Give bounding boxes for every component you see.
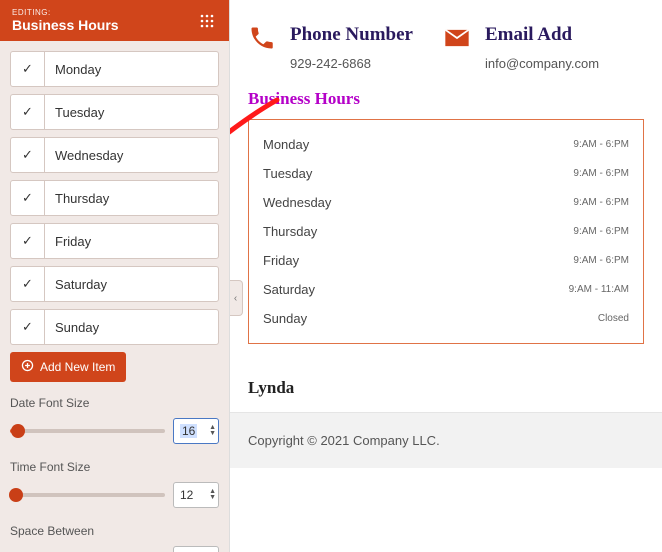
hours-row: Saturday9:AM - 11:AM <box>263 275 629 304</box>
email-block: Email Add info@company.com <box>443 24 599 71</box>
day-item[interactable]: ✓Sunday <box>10 309 219 345</box>
panel-header: EDITING: Business Hours <box>0 0 229 41</box>
date-font-input[interactable]: 16▲▼ <box>173 418 219 444</box>
phone-value: 929-242-6868 <box>290 56 413 71</box>
add-label: Add New Item <box>40 360 115 374</box>
phone-title: Phone Number <box>290 24 413 46</box>
check-icon: ✓ <box>11 138 45 172</box>
editing-label: EDITING: <box>12 8 119 17</box>
add-new-item-button[interactable]: Add New Item <box>10 352 126 382</box>
collapse-sidebar-button[interactable]: ‹ <box>230 280 243 316</box>
time-font-input[interactable]: 12▲▼ <box>173 482 219 508</box>
day-label: Thursday <box>45 181 218 215</box>
day-item[interactable]: ✓Thursday <box>10 180 219 216</box>
day-label: Saturday <box>45 267 218 301</box>
day-item[interactable]: ✓Tuesday <box>10 94 219 130</box>
field-label: Space Between <box>10 524 219 538</box>
day-label: Wednesday <box>45 138 218 172</box>
field-label: Date Font Size <box>10 396 219 410</box>
hours-row: Wednesday9:AM - 6:PM <box>263 188 629 217</box>
field-label: Time Font Size <box>10 460 219 474</box>
phone-block: Phone Number 929-242-6868 <box>248 24 413 71</box>
day-item[interactable]: ✓Saturday <box>10 266 219 302</box>
footer-copyright: Copyright © 2021 Company LLC. <box>230 412 662 468</box>
day-item[interactable]: ✓Wednesday <box>10 137 219 173</box>
check-icon: ✓ <box>11 95 45 129</box>
hours-row: Friday9:AM - 6:PM <box>263 246 629 275</box>
day-label: Tuesday <box>45 95 218 129</box>
hours-row: Thursday9:AM - 6:PM <box>263 217 629 246</box>
day-label: Sunday <box>45 310 218 344</box>
hours-row: Tuesday9:AM - 6:PM <box>263 159 629 188</box>
business-hours-section: Business Hours Monday9:AM - 6:PM Tuesday… <box>230 89 662 344</box>
day-item[interactable]: ✓Monday <box>10 51 219 87</box>
check-icon: ✓ <box>11 52 45 86</box>
day-list: ✓Monday ✓Tuesday ✓Wednesday ✓Thursday ✓F… <box>10 51 219 345</box>
business-hours-box: Monday9:AM - 6:PM Tuesday9:AM - 6:PM Wed… <box>248 119 644 344</box>
check-icon: ✓ <box>11 267 45 301</box>
check-icon: ✓ <box>11 224 45 258</box>
drag-grip-icon[interactable] <box>197 11 217 31</box>
hours-row: SundayClosed <box>263 304 629 333</box>
phone-icon <box>248 24 278 54</box>
email-title: Email Add <box>485 24 599 46</box>
check-icon: ✓ <box>11 181 45 215</box>
editor-sidebar: EDITING: Business Hours ✓Monday ✓Tuesday… <box>0 0 230 552</box>
day-item[interactable]: ✓Friday <box>10 223 219 259</box>
time-font-slider[interactable] <box>10 493 165 497</box>
hours-row: Monday9:AM - 6:PM <box>263 130 629 159</box>
preview-pane: ‹ Phone Number 929-242-6868 Email Add in… <box>230 0 662 552</box>
day-label: Friday <box>45 224 218 258</box>
plus-circle-icon <box>21 359 34 375</box>
panel-title: Business Hours <box>12 17 119 33</box>
day-label: Monday <box>45 52 218 86</box>
author-name: Lynda <box>230 344 662 412</box>
stepper-icon[interactable]: ▲▼ <box>209 489 216 501</box>
check-icon: ✓ <box>11 310 45 344</box>
space-between-input[interactable]: 6▲▼ <box>173 546 219 552</box>
date-font-slider[interactable] <box>10 429 165 433</box>
business-hours-title: Business Hours <box>248 89 644 109</box>
stepper-icon[interactable]: ▲▼ <box>209 425 216 437</box>
email-value: info@company.com <box>485 56 599 71</box>
envelope-icon <box>443 24 473 54</box>
